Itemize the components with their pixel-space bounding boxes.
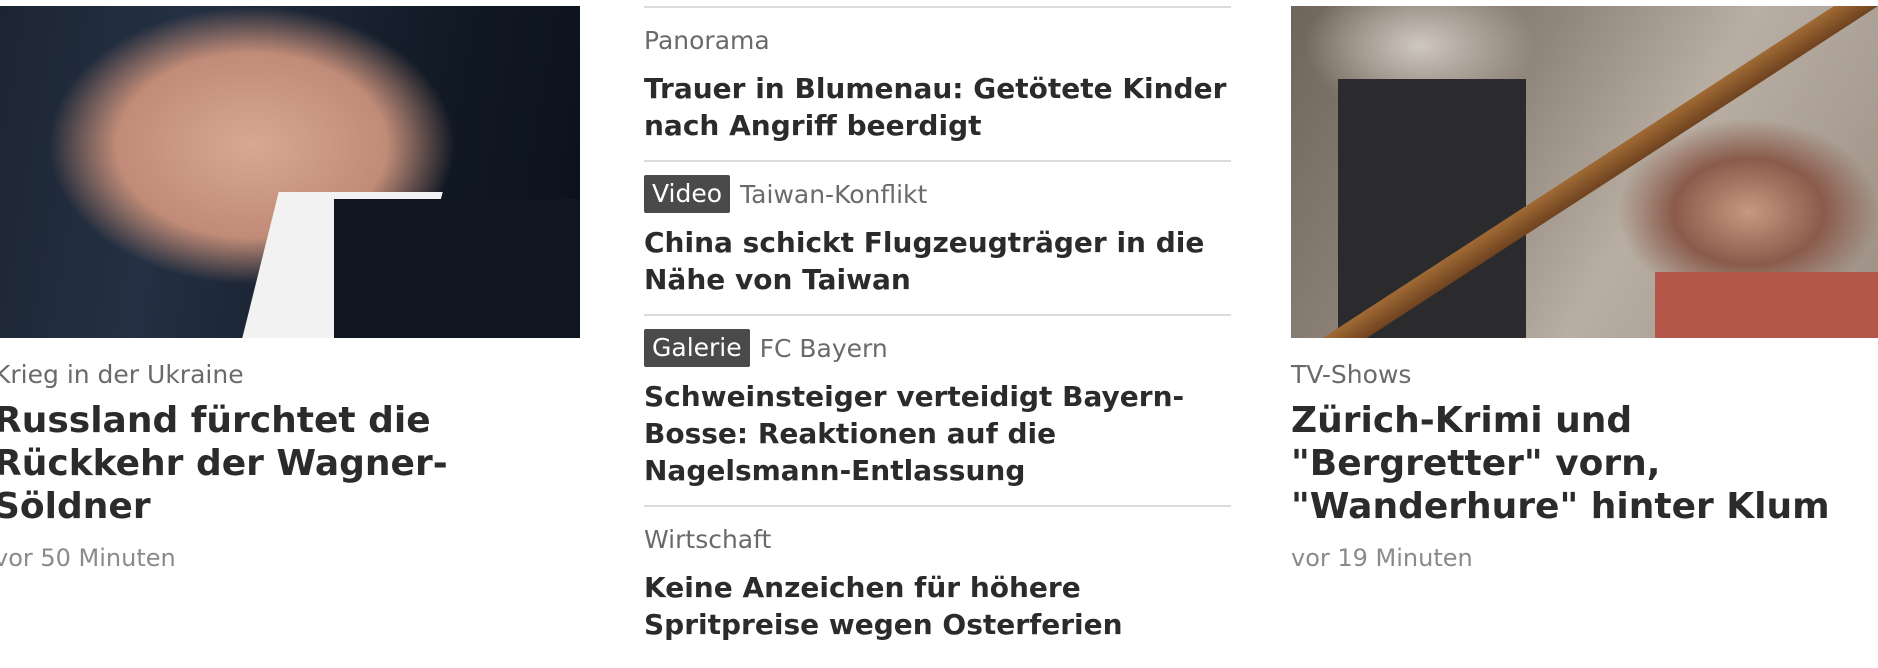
list-item-headline[interactable]: Trauer in Blumenau: Getötete Kinder nach… (644, 70, 1231, 144)
teaser-left-category[interactable]: Krieg in der Ukraine (0, 360, 580, 389)
list-item-category[interactable]: Wirtschaft (644, 525, 771, 554)
teaser-right-timestamp: vor 19 Minuten (1291, 544, 1473, 572)
list-item-headline[interactable]: Schweinsteiger verteidigt Bayern-Bosse: … (644, 378, 1231, 489)
list-item: Wirtschaft Keine Anzeichen für höhere Sp… (644, 507, 1231, 643)
teaser-right: TV-Shows Zürich-Krimi und "Bergretter" v… (1291, 0, 1878, 572)
list-item-headline[interactable]: China schickt Flugzeugträger in die Nähe… (644, 224, 1231, 298)
photo-figure-man (1337, 79, 1526, 338)
list-item-kicker-row: Galerie FC Bayern (644, 328, 1231, 368)
list-item-category[interactable]: Panorama (644, 26, 770, 55)
list-item-kicker-row: Wirtschaft (644, 519, 1231, 559)
teaser-right-image[interactable] (1291, 6, 1878, 338)
list-item-category[interactable]: FC Bayern (760, 334, 888, 363)
list-item: Galerie FC Bayern Schweinsteiger verteid… (644, 316, 1231, 489)
list-item: Panorama Trauer in Blumenau: Getötete Ki… (644, 8, 1231, 144)
teaser-left: Krieg in der Ukraine Russland fürchtet d… (0, 0, 580, 572)
teaser-right-category[interactable]: TV-Shows (1291, 360, 1878, 389)
teaser-left-timestamp: vor 50 Minuten (0, 544, 176, 572)
list-item-kicker-row: Video Taiwan-Konflikt (644, 174, 1231, 214)
list-item-kicker-row: Panorama (644, 20, 1231, 60)
teaser-right-headline[interactable]: Zürich-Krimi und "Bergretter" vorn, "Wan… (1291, 399, 1878, 528)
headline-list: Panorama Trauer in Blumenau: Getötete Ki… (644, 0, 1231, 643)
teaser-left-image[interactable] (0, 6, 580, 338)
gallery-badge: Galerie (644, 329, 750, 367)
photo-jacket (333, 198, 580, 338)
photo-figure-woman (1654, 271, 1878, 338)
list-item-headline[interactable]: Keine Anzeichen für höhere Spritpreise w… (644, 569, 1231, 643)
teaser-left-headline[interactable]: Russland fürchtet die Rückkehr der Wagne… (0, 399, 580, 528)
list-item-category[interactable]: Taiwan-Konflikt (740, 180, 927, 209)
video-badge: Video (644, 175, 731, 213)
list-item: Video Taiwan-Konflikt China schickt Flug… (644, 162, 1231, 298)
